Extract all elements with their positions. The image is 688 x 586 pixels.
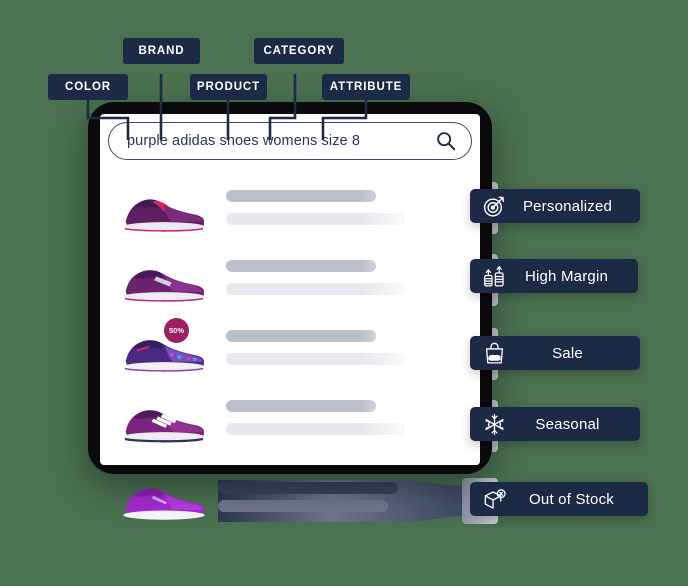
sale-bag-icon: SALE	[479, 338, 509, 368]
label-tab-seasonal[interactable]: Seasonal	[470, 407, 640, 441]
tag-brand[interactable]: BRAND	[123, 38, 200, 64]
label-tab-high-margin[interactable]: High Margin	[470, 259, 638, 293]
tag-category-label: CATEGORY	[263, 45, 335, 57]
svg-text:SALE: SALE	[488, 355, 500, 360]
label-tab-text: Personalized	[522, 197, 613, 215]
tag-color[interactable]: COLOR	[48, 74, 128, 100]
tag-category[interactable]: CATEGORY	[254, 38, 344, 64]
target-icon	[479, 191, 509, 221]
label-tab-personalized[interactable]: Personalized	[470, 189, 640, 223]
label-tab-text: High Margin	[524, 267, 609, 285]
label-tab-sale[interactable]: SALE Sale	[470, 336, 640, 370]
price-tags-icon	[479, 261, 509, 291]
label-tab-text: Seasonal	[535, 415, 600, 433]
box-x-icon	[479, 484, 509, 514]
tag-attribute-label: ATTRIBUTE	[329, 81, 403, 93]
label-tab-text: Sale	[552, 344, 583, 362]
snowflake-icon	[479, 409, 509, 439]
tag-product[interactable]: PRODUCT	[190, 74, 267, 100]
tag-color-label: COLOR	[64, 81, 112, 93]
tag-brand-label: BRAND	[138, 45, 185, 57]
label-tab-text: Out of Stock	[529, 490, 614, 508]
label-tab-out-of-stock[interactable]: Out of Stock	[470, 482, 648, 516]
tag-attribute[interactable]: ATTRIBUTE	[322, 74, 410, 100]
tag-product-label: PRODUCT	[196, 81, 261, 93]
diagram-canvas: COLOR BRAND PRODUCT CATEGORY ATTRIBUTE p…	[0, 0, 688, 586]
